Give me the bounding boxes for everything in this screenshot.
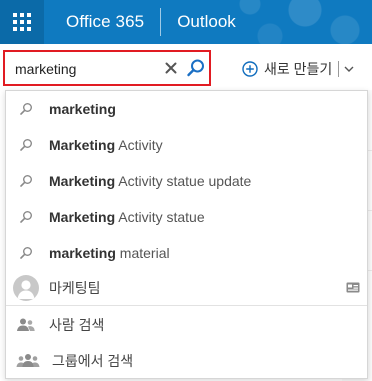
search-icon[interactable] — [186, 58, 206, 78]
group-search-action[interactable]: 그룹에서 검색 — [6, 343, 367, 379]
suggestion-text: Marketing Activity — [49, 137, 163, 153]
search-input[interactable] — [15, 59, 165, 79]
contact-card-icon[interactable] — [346, 282, 360, 293]
people-search-action[interactable]: 사람 검색 — [6, 307, 367, 343]
search-box — [3, 50, 211, 86]
new-button-divider — [338, 61, 340, 77]
suggestion-match: marketing — [49, 245, 116, 261]
suggestion-match: marketing — [49, 101, 116, 117]
plus-circle-icon — [242, 61, 258, 77]
suggestion-item[interactable]: marketing — [6, 91, 367, 127]
suggestion-match: Marketing — [49, 209, 116, 225]
suggestions-divider — [6, 305, 367, 306]
waffle-icon — [13, 13, 31, 31]
suggestion-match: Marketing — [49, 137, 116, 153]
suggestion-rest: Activity statue — [115, 209, 205, 225]
suggestion-text: Marketing Activity statue — [49, 209, 205, 225]
people-search-label: 사람 검색 — [49, 317, 105, 333]
avatar-icon — [13, 275, 39, 301]
group-search-label: 그룹에서 검색 — [52, 353, 134, 369]
product-title[interactable]: Office 365 — [66, 12, 144, 32]
title-divider — [160, 8, 162, 36]
magnifier-icon — [20, 139, 32, 151]
suggestion-rest: Activity — [115, 137, 163, 153]
suggestion-text: Marketing Activity statue update — [49, 173, 251, 189]
clear-icon[interactable] — [164, 61, 178, 75]
new-button[interactable]: 새로 만들기 — [242, 58, 355, 80]
suggestion-item[interactable]: Marketing Activity — [6, 127, 367, 163]
suggestion-rest: Activity statue update — [115, 173, 252, 189]
app-launcher-button[interactable] — [0, 0, 44, 44]
suggestion-text: marketing material — [49, 245, 170, 261]
app-title[interactable]: Outlook — [177, 12, 236, 32]
suggestion-item[interactable]: marketing material — [6, 235, 367, 271]
suggestion-rest: material — [115, 245, 170, 261]
suite-bar: Office 365 Outlook — [0, 0, 372, 44]
suggestion-text: marketing — [49, 101, 116, 117]
magnifier-icon — [20, 175, 32, 187]
suggestion-item[interactable]: Marketing Activity statue update — [6, 163, 367, 199]
search-suggestions-dropdown: marketing Marketing Activity Marketing A… — [5, 90, 368, 379]
group-icon — [16, 354, 40, 367]
magnifier-icon — [20, 103, 32, 115]
magnifier-icon — [20, 211, 32, 223]
person-icon — [17, 318, 35, 331]
contact-suggestion[interactable]: 마케팅팀 — [6, 270, 367, 306]
new-button-label: 새로 만들기 — [264, 61, 333, 77]
magnifier-icon — [20, 247, 32, 259]
contact-name: 마케팅팀 — [49, 280, 101, 296]
chevron-down-icon[interactable] — [343, 63, 355, 75]
suggestion-match: Marketing — [49, 173, 116, 189]
suggestion-item[interactable]: Marketing Activity statue — [6, 199, 367, 235]
